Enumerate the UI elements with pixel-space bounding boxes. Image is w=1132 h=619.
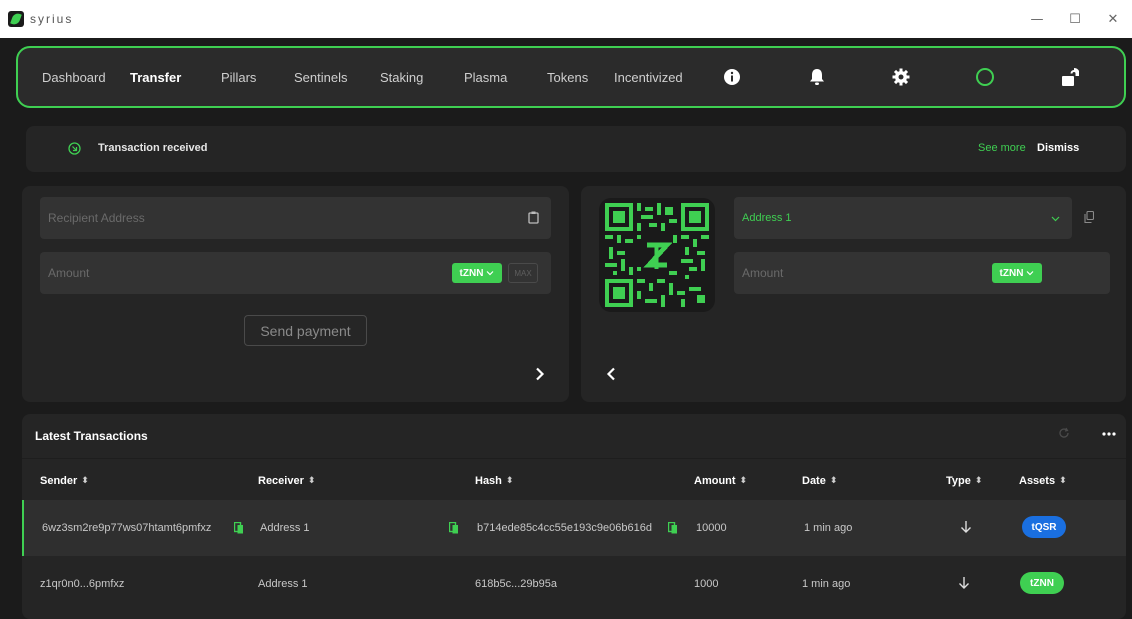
refresh-icon[interactable] [1058,427,1070,442]
dismiss-button[interactable]: Dismiss [1037,142,1079,154]
nav-incentivized[interactable]: Incentivized [614,48,683,106]
receive-token-label: tZNN [999,267,1024,279]
close-button[interactable]: ✕ [1094,0,1132,38]
col-date-label: Date [802,475,826,487]
send-payment-button[interactable]: Send payment [244,315,367,346]
receive-address-value: Address 1 [742,212,792,224]
more-options-icon[interactable] [1102,424,1116,439]
chevron-left-icon[interactable] [601,364,621,384]
col-type[interactable]: Type ⬍ [946,475,982,487]
sort-icon: ⬍ [829,476,838,486]
send-token-label: tZNN [459,267,484,279]
send-token-selector[interactable]: tZNN [452,263,502,283]
asset-badge: tQSR [1022,516,1066,538]
send-panel: Recipient Address Amount tZNN MAX Send p… [22,186,569,402]
nav-sentinels[interactable]: Sentinels [294,48,347,106]
nav-pillars[interactable]: Pillars [221,48,256,106]
col-sender[interactable]: Sender ⬍ [40,475,89,487]
maximize-button[interactable]: ☐ [1056,0,1094,38]
col-sender-label: Sender [40,475,78,487]
sort-icon: ⬍ [307,476,316,486]
chevron-down-icon [1026,268,1034,279]
col-hash-label: Hash [475,475,502,487]
col-receiver-label: Receiver [258,475,304,487]
col-assets-label: Assets [1019,475,1056,487]
unlock-icon[interactable] [1058,48,1082,106]
gear-icon[interactable] [889,48,913,106]
receive-token-selector[interactable]: tZNN [992,263,1042,283]
minimize-button[interactable]: — [1018,0,1056,38]
receive-panel: Address 1 Amount tZNN [581,186,1126,402]
received-arrow-icon [68,142,81,160]
sort-icon: ⬍ [81,476,89,486]
col-amount-label: Amount [694,475,736,487]
sort-icon: ⬍ [974,476,983,486]
nav-dashboard[interactable]: Dashboard [42,48,106,106]
arrow-down-icon [958,576,970,595]
chevron-down-icon [1051,213,1060,225]
app-name: syrius [30,12,74,26]
qr-code [599,198,715,312]
col-assets[interactable]: Assets ⬍ [1019,475,1067,487]
receiver-cell: Address 1 [258,578,308,590]
col-hash[interactable]: Hash ⬍ [475,475,513,487]
receiver-cell: Address 1 [260,522,310,534]
asset-badge: tZNN [1020,572,1064,594]
hash-cell: b714ede85c4cc55e193c9e06b616d [477,522,652,534]
notification-bar: Transaction received See more Dismiss [26,126,1126,172]
app-root: Dashboard Transfer Pillars Sentinels Sta… [6,38,1132,619]
see-more-link[interactable]: See more [978,142,1026,154]
hash-cell: 618b5c...29b95a [475,578,557,590]
copy-icon[interactable] [233,521,244,539]
nav-tokens[interactable]: Tokens [547,48,588,106]
nav-transfer[interactable]: Transfer [130,48,181,106]
arrow-down-icon [960,520,972,539]
syrius-logo-icon [8,11,24,27]
window-titlebar: syrius — ☐ ✕ [0,0,1132,38]
table-row[interactable]: 6wz3sm2re9p77ws07htamt6pmfxz Address 1 b… [22,500,1126,556]
notification-text: Transaction received [98,142,208,154]
main-navbar: Dashboard Transfer Pillars Sentinels Sta… [16,46,1126,108]
max-button[interactable]: MAX [508,263,538,283]
transactions-title: Latest Transactions [35,429,148,443]
col-date[interactable]: Date ⬍ [802,475,837,487]
copy-address-icon[interactable] [1084,210,1095,228]
nav-staking[interactable]: Staking [380,48,423,106]
receive-amount-input[interactable]: Amount [734,252,1110,294]
chevron-right-icon[interactable] [530,364,550,384]
sender-cell: z1qr0n0...6pmfxz [40,578,125,590]
recipient-address-input[interactable]: Recipient Address [40,197,551,239]
nav-plasma[interactable]: Plasma [464,48,507,106]
header-divider [22,458,1126,459]
table-row[interactable]: z1qr0n0...6pmfxz Address 1 618b5c...29b9… [22,556,1126,612]
copy-icon[interactable] [667,521,678,539]
sort-icon: ⬍ [505,476,514,486]
recipient-address-placeholder: Recipient Address [48,211,145,225]
date-cell: 1 min ago [802,578,851,590]
latest-transactions-panel: Latest Transactions Sender ⬍ Receiver ⬍ Ha… [22,414,1126,619]
col-type-label: Type [946,475,971,487]
sort-icon: ⬍ [1059,476,1067,486]
window-controls: — ☐ ✕ [1018,0,1132,38]
col-receiver[interactable]: Receiver ⬍ [258,475,315,487]
bell-icon[interactable] [805,48,829,106]
date-cell: 1 min ago [804,522,853,534]
amount-cell: 1000 [694,578,719,590]
sort-icon: ⬍ [739,476,748,486]
chevron-down-icon [486,268,494,279]
amount-placeholder: Amount [48,266,90,280]
info-icon[interactable] [720,48,744,106]
paste-icon[interactable] [528,211,539,227]
receive-amount-placeholder: Amount [742,266,784,280]
status-ring-icon[interactable] [973,48,997,106]
receive-address-select[interactable]: Address 1 [734,197,1072,239]
amount-cell: 10000 [696,522,727,534]
copy-icon[interactable] [448,521,459,539]
col-amount[interactable]: Amount ⬍ [694,475,747,487]
sender-cell: 6wz3sm2re9p77ws07htamt6pmfxz [42,522,212,534]
